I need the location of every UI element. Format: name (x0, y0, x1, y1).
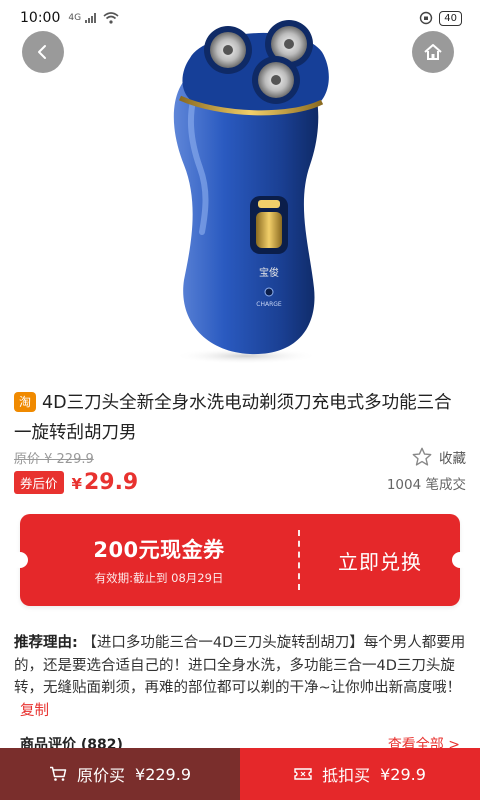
coupon-card[interactable]: 200元现金券 有效期:截止到 08月29日 立即兑换 (12, 514, 468, 606)
redeem-now-button[interactable]: 立即兑换 (300, 546, 460, 575)
recommendation-section: 推荐理由: 【进口多功能三合一4D三刀头旋转刮胡刀】每个男人都要用的，还是要选合… (14, 632, 466, 722)
product-title: 淘 4D三刀头全新全身水洗电动剃须刀充电式多功能三合一旋转刮胡刀男 (14, 388, 466, 448)
buy-coupon-price: ¥29.9 (380, 764, 426, 784)
ticket-icon (294, 768, 312, 780)
home-icon (424, 44, 442, 60)
buy-original-price: ¥229.9 (135, 764, 191, 784)
recommendation-text: 【进口多功能三合一4D三刀头旋转刮胡刀】每个男人都要用的，还是要选合适自己的！进… (14, 635, 466, 696)
sold-count: 1004 笔成交 (386, 476, 466, 493)
status-bar: 10:00 4G 40 (0, 0, 480, 36)
taobao-badge: 淘 (14, 392, 36, 412)
original-price: 原价 ¥ 229.9 (14, 451, 94, 467)
coupon-notch-right (452, 552, 468, 568)
electric-shaver-image: 宝俊 CHARGE (173, 20, 329, 364)
status-time: 10:00 (20, 10, 61, 26)
signal-icon: 4G (68, 12, 119, 24)
coupon-amount: 200元现金券 (93, 538, 225, 562)
coupon-price-tag: 券后价 (14, 471, 64, 494)
cart-icon (50, 766, 67, 781)
favorite-label: 收藏 (439, 451, 466, 467)
chevron-left-icon (38, 45, 46, 59)
buy-original-label: 原价买 (77, 766, 126, 785)
coupon-info: 200元现金券 有效期:截止到 08月29日 (20, 534, 298, 586)
alarm-icon (420, 11, 433, 25)
brand-logo: 宝俊 (259, 266, 279, 279)
wifi-icon (103, 12, 119, 24)
product-detail-page: 宝俊 CHARGE 10:00 4G 40 淘 4D三刀头全新全身水洗电动剃须刀充… (0, 0, 480, 800)
price-row: 券后价 ¥29.9 1004 笔成交 (14, 470, 466, 495)
buy-coupon-label: 抵扣买 (322, 766, 371, 785)
back-button[interactable] (22, 31, 64, 73)
star-icon (412, 447, 432, 466)
battery-icon: 40 (439, 10, 462, 26)
buy-with-coupon-button[interactable]: 抵扣买 ¥29.9 (240, 748, 480, 800)
original-price-row: 原价 ¥ 229.9 收藏 (14, 446, 466, 468)
coupon-validity: 有效期:截止到 08月29日 (94, 571, 224, 585)
buy-original-price-button[interactable]: 原价买 ¥229.9 (0, 748, 240, 800)
currency-symbol: ¥ (71, 475, 82, 493)
copy-link[interactable]: 复制 (20, 703, 49, 719)
charge-label: CHARGE (256, 301, 282, 308)
home-button[interactable] (412, 31, 454, 73)
product-title-text: 4D三刀头全新全身水洗电动剃须刀充电式多功能三合一旋转刮胡刀男 (14, 393, 452, 443)
price-after-coupon: ¥29.9 (72, 470, 139, 495)
favorite-button[interactable]: 收藏 (411, 446, 466, 468)
price-value: 29.9 (83, 470, 139, 495)
coupon-notch-left (12, 552, 28, 568)
product-hero-image: 宝俊 CHARGE (0, 0, 480, 384)
bottom-action-bar: 原价买 ¥229.9 抵扣买 ¥29.9 (0, 748, 480, 800)
recommendation-label: 推荐理由: (14, 635, 78, 651)
